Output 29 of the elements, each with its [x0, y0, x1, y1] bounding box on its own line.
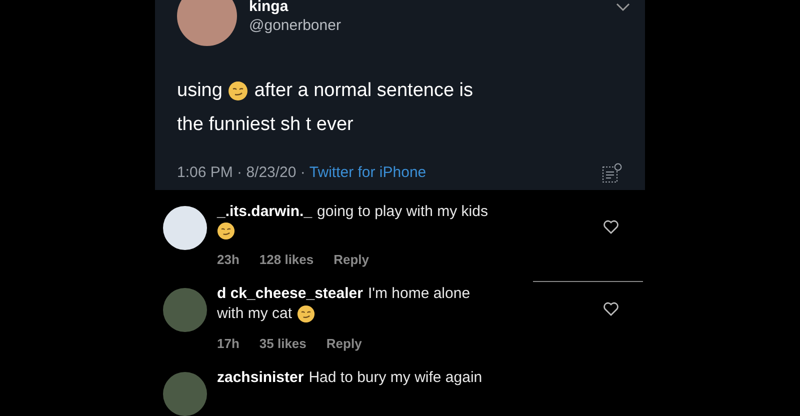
- reply-link[interactable]: Reply: [334, 250, 370, 270]
- smirking-face-icon: [228, 81, 248, 101]
- reply-link[interactable]: Reply: [326, 334, 362, 354]
- tweet-timestamp: 1:06 PM · 8/23/20 ·: [177, 162, 306, 182]
- heart-icon[interactable]: [603, 302, 619, 316]
- comment-username[interactable]: d ck_cheese_stealer: [217, 284, 363, 304]
- analytics-icon[interactable]: [601, 162, 623, 184]
- tweet-text: using: [177, 79, 222, 103]
- avatar-photo-placeholder: [163, 372, 207, 416]
- comment-username[interactable]: zachsinister: [217, 368, 304, 388]
- tweet-source-link[interactable]: Twitter for iPhone: [309, 162, 426, 184]
- user-handle: @gonerboner: [249, 16, 341, 36]
- tweet-text: after a normal sentence is: [254, 79, 474, 103]
- comment-age: 17h: [217, 335, 240, 353]
- avatar-photo-placeholder: [177, 0, 237, 46]
- comment-age: 23h: [217, 251, 240, 269]
- comment-text: going to play with my kids: [317, 202, 488, 222]
- comment-username[interactable]: _.its.darwin._: [217, 202, 312, 222]
- avatar-photo-placeholder: [163, 288, 207, 332]
- heart-icon[interactable]: [603, 220, 619, 234]
- avatar-photo-placeholder: [163, 206, 207, 250]
- like-count[interactable]: 35 likes: [259, 334, 306, 354]
- display-name: kinga: [249, 0, 290, 16]
- chevron-down-icon[interactable]: [615, 2, 631, 12]
- comment-text: I'm home alone: [368, 284, 470, 304]
- comment-text: with my cat: [217, 304, 292, 324]
- tweet-text: the funniest sh t ever: [177, 113, 354, 137]
- comment-text: Had to bury my wife again: [308, 368, 482, 388]
- like-count[interactable]: 128 likes: [259, 250, 314, 270]
